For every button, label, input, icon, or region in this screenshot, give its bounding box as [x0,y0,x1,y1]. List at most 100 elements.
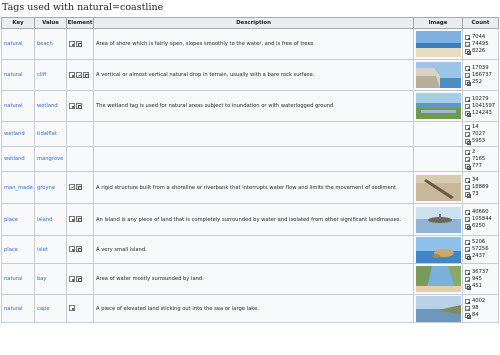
image-cell [413,146,463,172]
area-element-icon [465,313,471,319]
node-element-icon [465,269,470,275]
key-cell: wetland [1,146,35,172]
value-link[interactable]: cliff [37,72,46,78]
groyne-thumbnail-image[interactable] [416,174,461,201]
islet-thumbnail-image[interactable] [416,236,461,263]
value-link[interactable]: tidalflat [37,131,57,137]
element-cell [66,263,94,295]
header-row: Key Value Element Description Image Coun… [1,17,499,29]
beach-thumbnail-image[interactable] [416,31,461,57]
count-area: 2437 [465,253,496,260]
image-cell [413,59,463,91]
bay-thumbnail-image[interactable] [416,266,461,292]
col-header-image[interactable]: Image [413,17,463,29]
count-value: 1041597 [472,102,496,109]
node-element-icon [465,210,470,215]
table-row: wetland tidalflat 14 7027 5953 [1,121,499,147]
cliff-thumbnail-image[interactable] [416,62,461,88]
key-link[interactable]: natural [4,103,23,109]
count-area: 451 [465,283,496,290]
value-link[interactable]: groyne [37,185,55,191]
description-cell [93,121,414,147]
value-link[interactable]: wetland [37,103,58,109]
count-value: 5953 [472,137,486,144]
value-cell: cliff [34,59,67,91]
area-element-icon [465,48,471,55]
key-cell: natural [1,28,35,60]
node-element-icon [465,178,470,183]
area-element-icon [76,275,82,282]
way-element-icon [76,71,82,78]
count-node: 36737 [465,269,496,276]
key-link[interactable]: place [4,217,18,223]
value-link[interactable]: beach [37,41,53,47]
key-link[interactable]: place [4,247,18,253]
image-cell [413,235,463,264]
element-cell [66,28,94,60]
node-element-icon [465,65,470,71]
description-cell: A very small island. [93,235,414,264]
value-link[interactable]: island [37,217,52,223]
value-link[interactable]: mangrove [37,156,63,162]
cape-thumbnail-image[interactable] [416,295,461,322]
description-cell [93,146,414,172]
key-link[interactable]: wetland [4,131,25,137]
island-thumbnail-image[interactable] [416,206,461,233]
key-cell: place [1,235,35,264]
way-element-icon [465,276,470,282]
node-element-icon [69,102,75,109]
col-header-description[interactable]: Description [93,17,414,29]
node-element-icon [465,240,470,245]
count-value: 34 [472,177,479,183]
value-link[interactable]: bay [37,276,47,282]
col-header-count[interactable]: Count [462,17,499,29]
key-link[interactable]: natural [4,41,23,47]
page-title: Tags used with natural=coastline [2,2,164,13]
area-element-icon [465,283,471,290]
node-element-icon [465,34,470,40]
value-cell: bay [34,263,67,295]
element-cell [66,90,94,122]
count-way: 74495 [465,41,496,48]
count-value: 14 [472,123,479,130]
table-row: wetland mangrove 2 7165 777 [1,146,499,172]
col-header-key[interactable]: Key [1,17,35,29]
key-link[interactable]: natural [4,72,23,78]
count-node: 2 [465,149,496,156]
count-way: 7165 [465,156,496,163]
node-element-icon [69,275,75,282]
element-cell [66,203,94,236]
key-link[interactable]: natural [4,306,23,312]
count-value: 57256 [472,246,489,252]
count-value: 105844 [472,216,492,222]
table-row: natural cape A piece of elevated land st… [1,294,499,323]
count-value: 2437 [472,253,486,259]
col-header-value[interactable]: Value [34,17,67,29]
count-value: 74495 [472,40,489,47]
key-link[interactable]: natural [4,276,23,282]
count-value: 2 [472,148,476,155]
node-element-icon [69,305,75,312]
count-node: 17039 [465,65,496,72]
image-cell [413,121,463,147]
way-element-icon [465,217,470,222]
col-header-element[interactable]: Element [66,17,94,29]
count-node: 4002 [465,298,496,305]
count-area: 124243 [465,110,496,117]
count-node: 10279 [465,96,496,103]
description-cell: The wetland tag is used for natural area… [93,90,414,122]
value-cell: tidalflat [34,121,67,147]
wetland-thumbnail-image[interactable] [416,93,461,119]
key-link[interactable]: man_made [4,185,33,191]
key-cell: natural [1,263,35,295]
count-way: 7027 [465,131,496,138]
count-cell: 7044 74495 8226 [462,28,499,60]
count-value: 945 [472,275,482,282]
value-link[interactable]: cape [37,306,50,312]
key-link[interactable]: wetland [4,156,25,162]
value-link[interactable]: islet [37,247,48,253]
count-value: 186737 [472,71,492,78]
image-cell [413,171,463,204]
way-element-icon [465,306,470,311]
count-cell: 36737 945 451 [462,263,499,295]
